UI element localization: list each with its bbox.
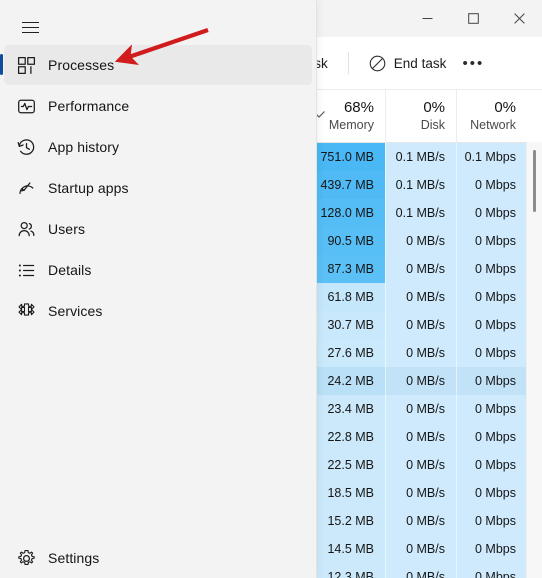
minimize-button[interactable] — [404, 0, 450, 37]
scrollbar-thumb[interactable] — [533, 150, 536, 212]
navigation-flyout: Processes Performance App history Startup a… — [0, 0, 317, 578]
cell-network: 0 Mbps — [456, 255, 527, 283]
sidebar-item-label: Performance — [48, 98, 130, 114]
cell-memory: 439.7 MB — [316, 171, 385, 199]
cell-memory: 15.2 MB — [316, 507, 385, 535]
end-task-label: End task — [393, 55, 447, 71]
cell-memory: 128.0 MB — [316, 199, 385, 227]
cell-memory: 24.2 MB — [316, 367, 385, 395]
cell-network: 0 Mbps — [456, 367, 527, 395]
cell-network: 0 Mbps — [456, 171, 527, 199]
sidebar-item-settings[interactable]: Settings — [4, 538, 312, 578]
vertical-scrollbar[interactable] — [526, 142, 542, 578]
sidebar-item-label: Services — [48, 303, 103, 319]
cell-disk: 0 MB/s — [385, 563, 456, 578]
end-task-icon — [369, 55, 386, 71]
sidebar-item-details[interactable]: Details — [4, 250, 312, 290]
cell-network: 0.1 Mbps — [456, 143, 527, 171]
cell-disk: 0 MB/s — [385, 367, 456, 395]
processes-icon — [4, 56, 48, 75]
navigation-settings: Settings — [0, 538, 316, 578]
cell-disk: 0 MB/s — [385, 283, 456, 311]
cell-disk: 0.1 MB/s — [385, 143, 456, 171]
sidebar-item-users[interactable]: Users — [4, 209, 312, 249]
maximize-button[interactable] — [450, 0, 496, 37]
cell-memory: 27.6 MB — [316, 339, 385, 367]
end-task-button[interactable]: End task — [359, 47, 457, 79]
sidebar-item-label: Startup apps — [48, 180, 129, 196]
cell-memory: 22.8 MB — [316, 423, 385, 451]
column-header-network-label: Network — [470, 117, 516, 132]
cell-memory: 90.5 MB — [316, 227, 385, 255]
cell-network: 0 Mbps — [456, 311, 527, 339]
column-header-memory-pct: 68% — [343, 98, 374, 116]
cell-disk: 0.1 MB/s — [385, 199, 456, 227]
sidebar-item-label: Processes — [48, 57, 115, 73]
cell-network: 0 Mbps — [456, 283, 527, 311]
close-button[interactable] — [496, 0, 542, 37]
cell-disk: 0 MB/s — [385, 255, 456, 283]
cell-network: 0 Mbps — [456, 479, 527, 507]
cell-memory: 12.3 MB — [316, 563, 385, 578]
cell-disk: 0 MB/s — [385, 479, 456, 507]
sidebar-item-services[interactable]: Services — [4, 291, 312, 331]
cell-memory: 87.3 MB — [316, 255, 385, 283]
services-icon — [4, 302, 48, 321]
sidebar-item-app-history[interactable]: App history — [4, 127, 312, 167]
column-header-memory-label: Memory — [328, 117, 374, 132]
sidebar-item-performance[interactable]: Performance — [4, 86, 312, 126]
cell-network: 0 Mbps — [456, 199, 527, 227]
performance-icon — [4, 97, 48, 116]
sidebar-item-label: Settings — [48, 550, 100, 566]
cell-network: 0 Mbps — [456, 423, 527, 451]
hamburger-icon[interactable] — [11, 9, 49, 45]
gear-icon — [4, 549, 48, 568]
cell-network: 0 Mbps — [456, 507, 527, 535]
column-header-disk-label: Disk — [420, 117, 445, 132]
cell-network: 0 Mbps — [456, 395, 527, 423]
cell-network: 0 Mbps — [456, 339, 527, 367]
cell-network: 0 Mbps — [456, 227, 527, 255]
users-icon — [4, 220, 48, 239]
startup-apps-icon — [4, 179, 48, 198]
cell-memory: 22.5 MB — [316, 451, 385, 479]
app-history-icon — [4, 138, 48, 157]
cell-network: 0 Mbps — [456, 563, 527, 578]
cell-network: 0 Mbps — [456, 451, 527, 479]
sidebar-item-label: App history — [48, 139, 120, 155]
cell-disk: 0 MB/s — [385, 423, 456, 451]
sidebar-item-label: Users — [48, 221, 86, 237]
column-header-disk[interactable]: 0% Disk — [385, 90, 456, 142]
cell-memory: 751.0 MB — [316, 143, 385, 171]
column-header-memory[interactable]: 68% Memory — [316, 90, 385, 142]
task-manager-window: Run new task End task ••• — [0, 0, 542, 578]
cell-disk: 0 MB/s — [385, 339, 456, 367]
cell-disk: 0 MB/s — [385, 395, 456, 423]
toolbar-divider — [347, 52, 349, 74]
cell-memory: 18.5 MB — [316, 479, 385, 507]
cell-disk: 0 MB/s — [385, 535, 456, 563]
column-header-disk-pct: 0% — [423, 98, 445, 116]
cell-memory: 23.4 MB — [316, 395, 385, 423]
column-header-network[interactable]: 0% Network — [456, 90, 527, 142]
cell-memory: 14.5 MB — [316, 535, 385, 563]
cell-memory: 61.8 MB — [316, 283, 385, 311]
cell-disk: 0 MB/s — [385, 451, 456, 479]
more-options-button[interactable]: ••• — [456, 47, 490, 79]
cell-disk: 0 MB/s — [385, 311, 456, 339]
window-controls — [404, 0, 542, 37]
sidebar-item-startup-apps[interactable]: Startup apps — [4, 168, 312, 208]
cell-disk: 0 MB/s — [385, 227, 456, 255]
sidebar-item-processes[interactable]: Processes — [0, 45, 312, 85]
cell-network: 0 Mbps — [456, 535, 527, 563]
cell-disk: 0 MB/s — [385, 507, 456, 535]
cell-disk: 0.1 MB/s — [385, 171, 456, 199]
column-header-network-pct: 0% — [494, 98, 516, 116]
sidebar-item-label: Details — [48, 262, 92, 278]
details-icon — [4, 261, 48, 280]
navigation-list: Processes Performance App history Startup a… — [0, 45, 316, 332]
cell-memory: 30.7 MB — [316, 311, 385, 339]
